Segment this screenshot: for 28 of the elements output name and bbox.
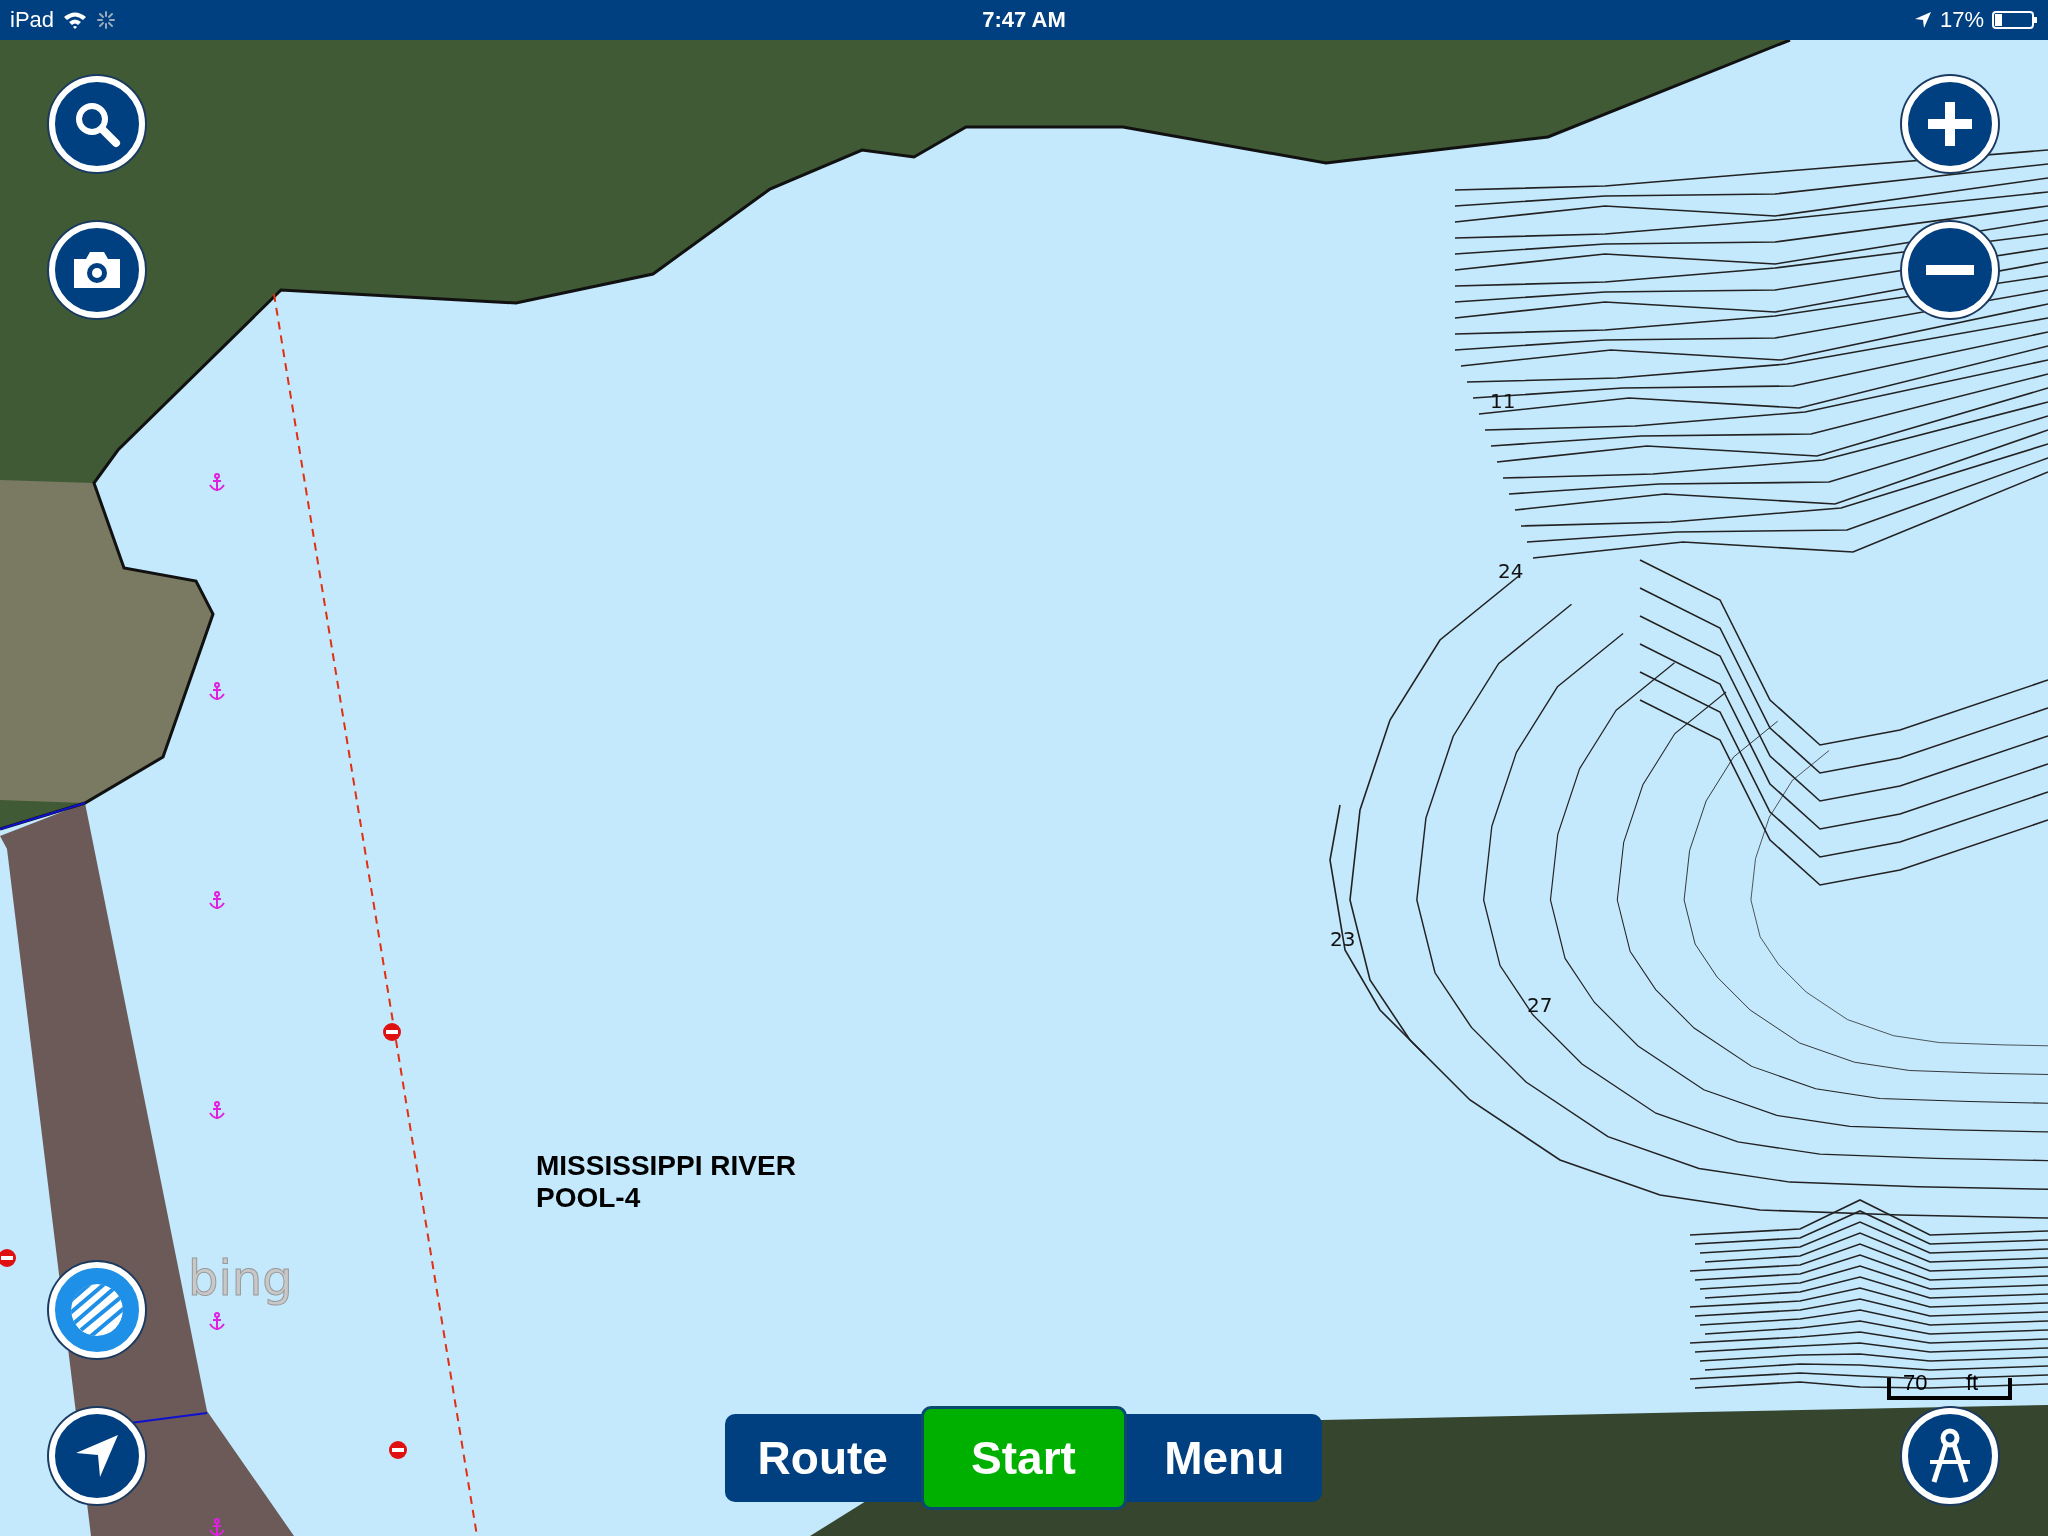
anchorage-icon [209, 1101, 225, 1120]
toolbar-button[interactable]: Route [725, 1414, 921, 1502]
anchorage-icon [209, 1312, 225, 1331]
compass-divider-icon [1928, 1428, 1972, 1484]
anchorage-icon [209, 891, 225, 910]
device-name: iPad [10, 7, 55, 33]
navigation-arrow-icon [74, 1433, 120, 1479]
anchorage-icon [209, 473, 225, 492]
clock-time: 7:47 AM [982, 7, 1066, 33]
anchorage-icon [209, 682, 225, 701]
area-label: MISSISSIPPI RIVER POOL-4 [536, 1150, 796, 1213]
depth-label: 11 [1490, 389, 1516, 413]
minus-icon [1926, 265, 1974, 275]
battery-percent: 17% [1939, 7, 1984, 33]
map-attribution: bing [188, 1250, 293, 1306]
location-arrow-icon [1913, 11, 1932, 29]
anchorage-icon [209, 1518, 225, 1536]
battery-icon [1992, 10, 2038, 30]
depth-label: 24 [1498, 559, 1524, 583]
wifi-icon [62, 10, 89, 30]
striped-globe-icon [69, 1282, 125, 1338]
plus-icon [1926, 100, 1974, 148]
no-entry-icon [389, 1441, 407, 1459]
toolbar-button[interactable]: Menu [1126, 1414, 1322, 1502]
no-entry-icon [0, 1249, 16, 1267]
no-entry-icon [383, 1023, 401, 1041]
depth-label: 27 [1527, 993, 1553, 1017]
loading-spinner-icon [96, 10, 117, 30]
